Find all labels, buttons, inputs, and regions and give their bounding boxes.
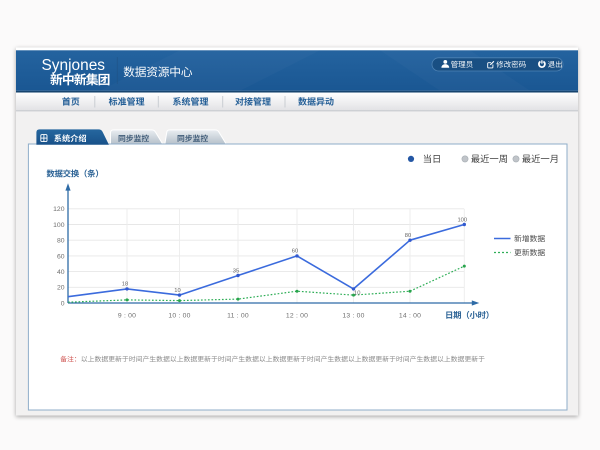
svg-text:11 : 00: 11 : 00 bbox=[227, 312, 249, 319]
svg-text:60: 60 bbox=[292, 249, 298, 255]
svg-text:40: 40 bbox=[57, 269, 65, 276]
svg-text:80: 80 bbox=[57, 238, 65, 245]
svg-text:Synjones: Synjones bbox=[42, 57, 106, 74]
svg-text:10: 10 bbox=[354, 291, 360, 297]
svg-text:12 : 00: 12 : 00 bbox=[286, 312, 308, 319]
svg-text:18: 18 bbox=[122, 282, 128, 288]
svg-text:13 : 00: 13 : 00 bbox=[342, 312, 364, 319]
svg-text:14 : 00: 14 : 00 bbox=[399, 312, 421, 319]
svg-text:10 : 00: 10 : 00 bbox=[168, 312, 190, 319]
svg-text:10: 10 bbox=[174, 288, 180, 294]
svg-text:60: 60 bbox=[57, 253, 65, 260]
svg-text:20: 20 bbox=[57, 285, 65, 292]
svg-text:9 : 00: 9 : 00 bbox=[118, 312, 136, 319]
svg-text:120: 120 bbox=[53, 206, 65, 213]
svg-text:100: 100 bbox=[53, 222, 65, 229]
svg-text:80: 80 bbox=[405, 233, 411, 239]
svg-text:0: 0 bbox=[61, 300, 65, 307]
svg-text:100: 100 bbox=[457, 217, 467, 223]
svg-text:35: 35 bbox=[233, 268, 239, 274]
